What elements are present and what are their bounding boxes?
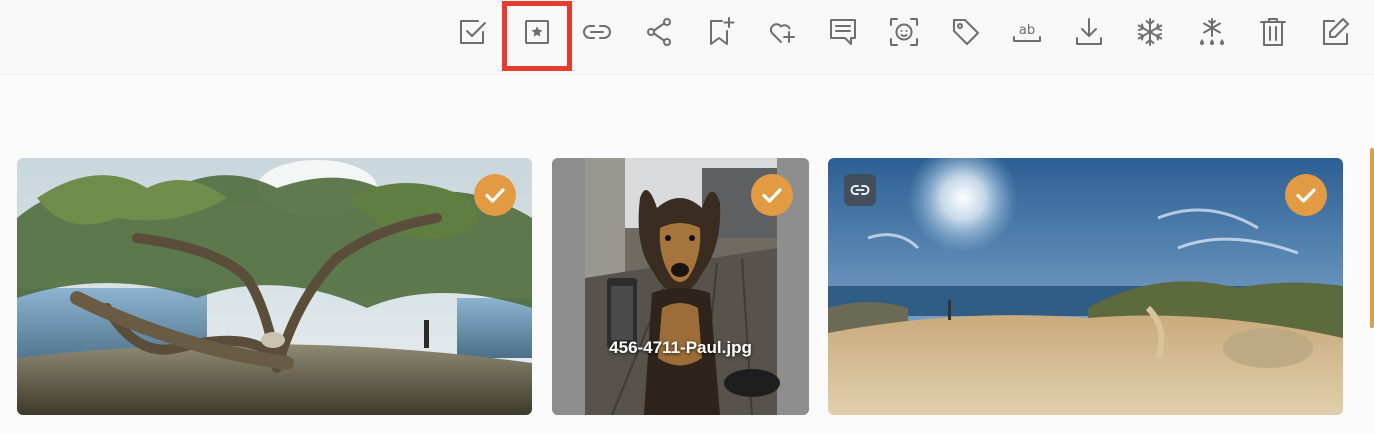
rename-button[interactable]: ab [1004, 9, 1050, 55]
comment-button[interactable] [820, 9, 866, 55]
select-button[interactable] [450, 9, 496, 55]
link-icon [583, 25, 611, 39]
face-icon [890, 18, 918, 46]
delete-button[interactable] [1250, 9, 1296, 55]
comment-icon [830, 19, 856, 45]
add-to-album-button[interactable] [697, 9, 743, 55]
download-button[interactable] [1066, 9, 1112, 55]
favorite-icon [525, 20, 549, 44]
share-button[interactable] [636, 9, 682, 55]
tree-panorama-image [17, 158, 532, 415]
shared-link-badge [844, 174, 876, 206]
photo-card-coast-panorama[interactable] [828, 158, 1343, 415]
unfreeze-button[interactable] [1189, 9, 1235, 55]
select-icon [460, 20, 486, 44]
toolbar: ab [0, 0, 1374, 75]
link-icon [850, 185, 870, 195]
selected-check-icon[interactable] [474, 174, 516, 216]
edit-button[interactable] [1312, 9, 1358, 55]
like-button[interactable] [758, 9, 804, 55]
link-button[interactable] [574, 9, 620, 55]
label-button[interactable] [943, 9, 989, 55]
selected-check-icon[interactable] [1285, 174, 1327, 216]
snowflake-icon [1137, 18, 1163, 46]
photo-card-tree-panorama[interactable] [17, 158, 532, 415]
share-icon [647, 18, 671, 46]
rename-icon-text: ab [1019, 23, 1035, 38]
faces-button[interactable] [881, 9, 927, 55]
photo-card-dog[interactable]: 456-4711-Paul.jpg [552, 158, 809, 415]
download-icon [1076, 18, 1102, 45]
rename-icon: ab [1013, 23, 1041, 42]
freeze-button[interactable] [1127, 9, 1173, 55]
edit-icon [1323, 18, 1349, 45]
photo-caption: 456-4711-Paul.jpg [609, 338, 752, 357]
heart-add-icon [769, 23, 795, 43]
selected-check-icon[interactable] [751, 174, 793, 216]
favorite-button[interactable] [514, 9, 560, 55]
tag-icon [953, 19, 979, 45]
snowflake-drops-icon [1200, 18, 1224, 45]
bookmark-add-icon [710, 17, 735, 45]
trash-icon [1260, 18, 1286, 46]
scrollbar-thumb[interactable] [1370, 148, 1374, 328]
coast-panorama-image [828, 158, 1343, 415]
